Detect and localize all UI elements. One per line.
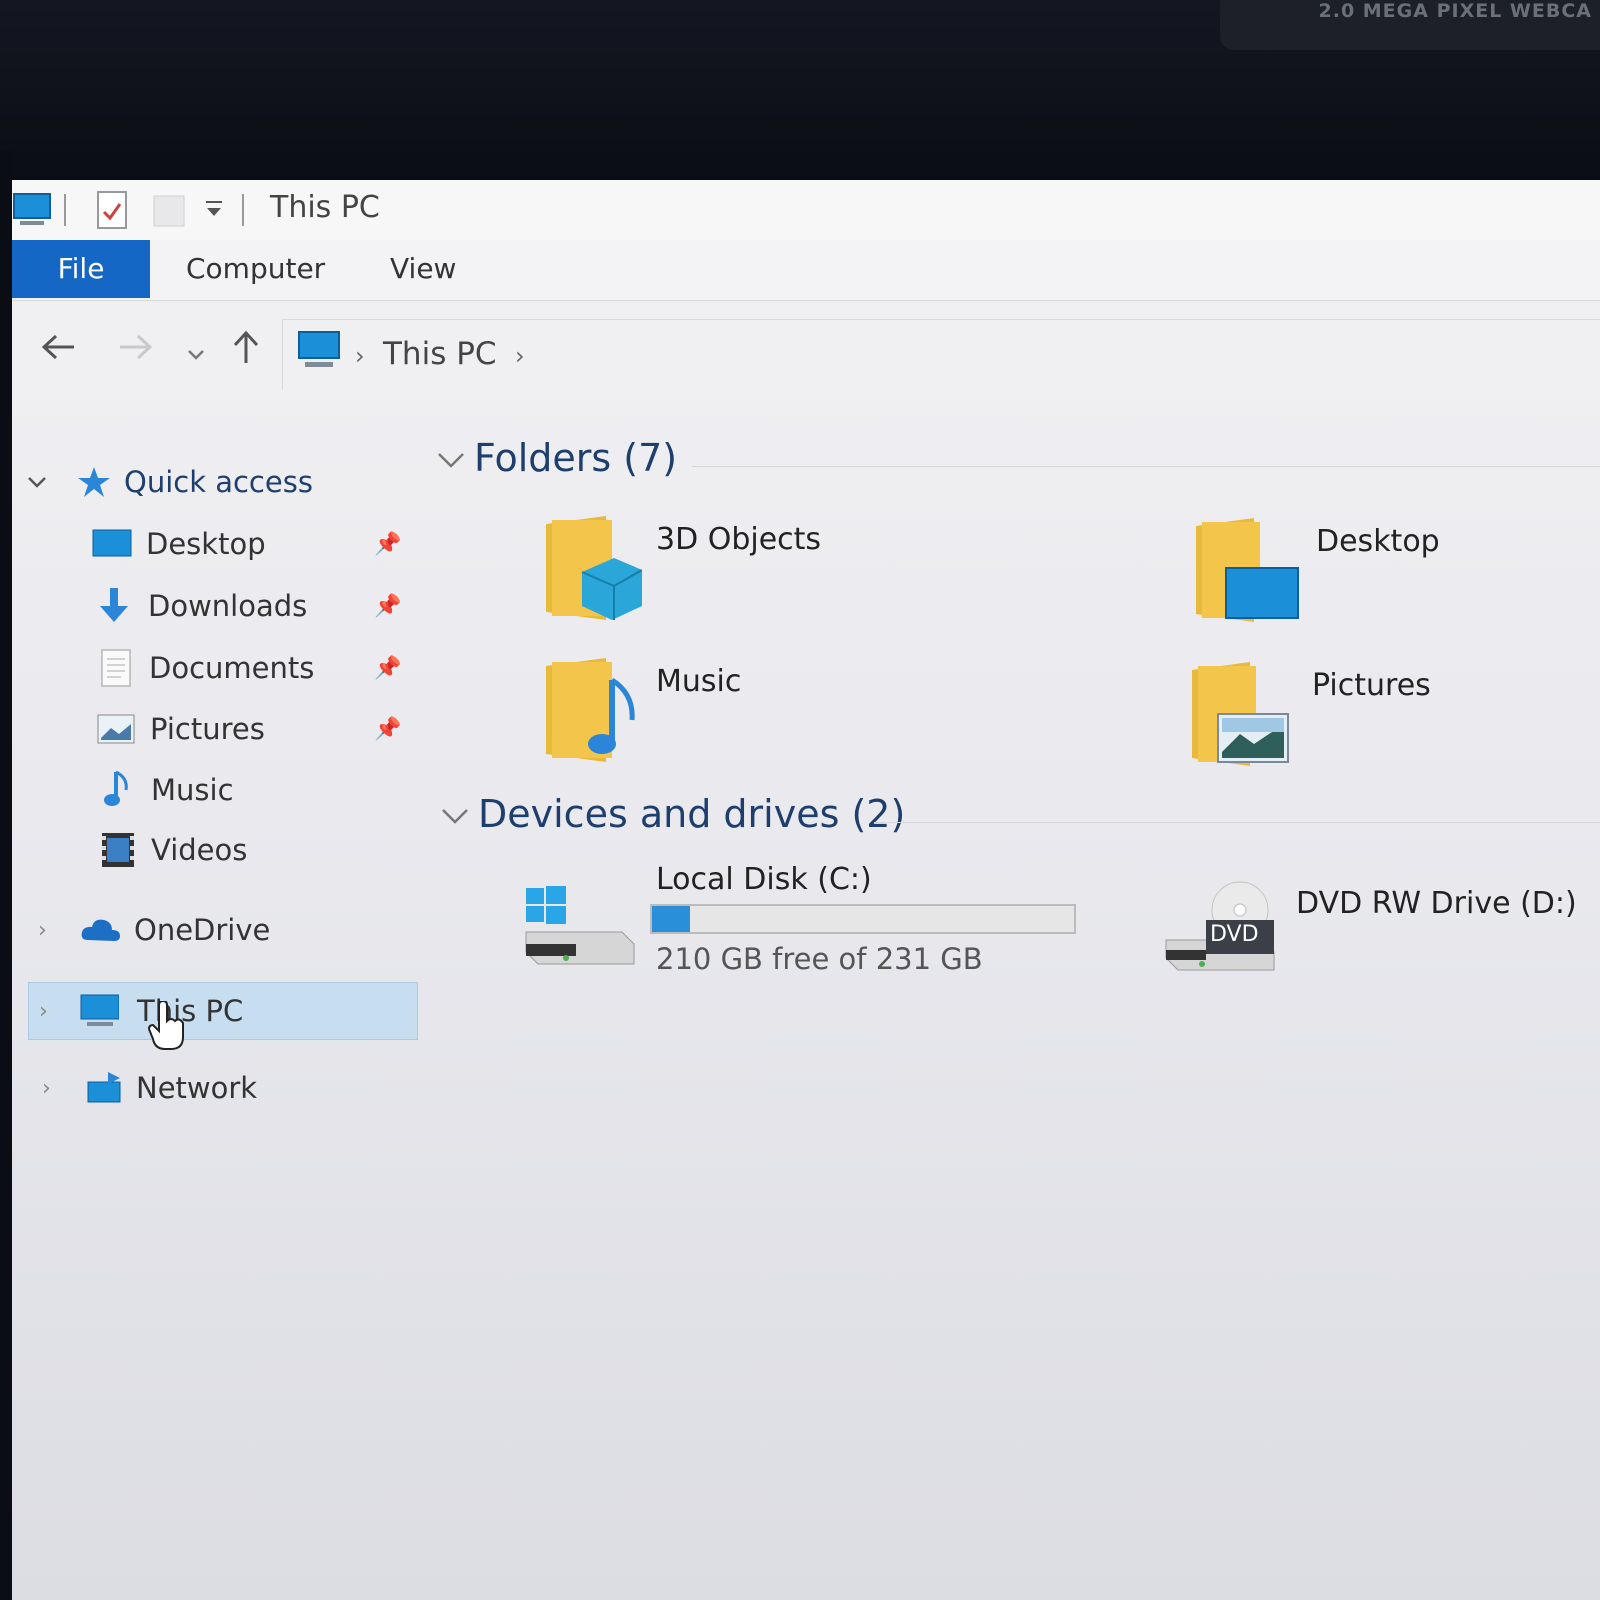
- section-divider: [874, 822, 1600, 823]
- this-pc-icon: [79, 991, 119, 1031]
- this-pc-icon: [297, 330, 341, 374]
- drive-free-space: 210 GB free of 231 GB: [656, 942, 983, 976]
- folder-tile-pictures[interactable]: Pictures: [1188, 656, 1548, 776]
- drive-usage-fill: [652, 906, 690, 932]
- pictures-icon: [96, 709, 136, 749]
- titlebar-separator: [64, 194, 66, 226]
- pin-icon[interactable]: 📌: [374, 656, 401, 681]
- document-icon: [96, 648, 136, 688]
- sidebar-label: Network: [136, 1071, 258, 1105]
- folder-label: Desktop: [1316, 524, 1440, 559]
- navigation-bar: › This PC ›: [12, 301, 1600, 401]
- properties-icon[interactable]: [96, 190, 128, 234]
- folder-tile-desktop[interactable]: Desktop: [1192, 512, 1552, 632]
- breadcrumb-separator-icon[interactable]: ›: [355, 342, 365, 370]
- chevron-down-icon[interactable]: [26, 470, 48, 495]
- recent-locations-button[interactable]: [176, 331, 216, 371]
- navigation-pane: Quick access Desktop 📌 Downloads 📌 Docum…: [12, 420, 432, 1600]
- breadcrumb-this-pc[interactable]: This PC: [383, 336, 497, 372]
- download-arrow-icon: [94, 586, 134, 626]
- back-arrow-icon: [40, 331, 76, 371]
- drive-label: Local Disk (C:): [656, 862, 872, 897]
- chevron-down-icon[interactable]: [440, 806, 470, 830]
- sidebar-item-desktop[interactable]: Desktop 📌: [12, 516, 422, 572]
- webcam-label: 2.0 MEGA PIXEL WEBCA: [1318, 0, 1592, 22]
- sidebar-label: Documents: [149, 651, 315, 685]
- chevron-down-icon[interactable]: [436, 450, 466, 474]
- sidebar-item-network[interactable]: › Network: [12, 1060, 422, 1116]
- forward-button[interactable]: [116, 331, 156, 371]
- folder-label: 3D Objects: [656, 522, 822, 557]
- sidebar-label: Pictures: [150, 712, 265, 746]
- dvd-drive-icon: DVD: [1162, 880, 1282, 984]
- new-folder-icon[interactable]: [152, 192, 186, 232]
- folders-section-header[interactable]: Folders (7): [474, 436, 677, 480]
- music-note-icon: [98, 770, 138, 810]
- pictures-folder-icon: [1188, 662, 1298, 776]
- pin-icon[interactable]: 📌: [374, 594, 401, 619]
- sidebar-item-pictures[interactable]: Pictures 📌: [12, 701, 422, 757]
- drive-tile-dvd-rw-d[interactable]: DVD DVD RW Drive (D:): [1162, 880, 1600, 1000]
- monitor-bezel: 2.0 MEGA PIXEL WEBCA: [0, 0, 1600, 182]
- tab-view[interactable]: View: [390, 240, 456, 298]
- back-button[interactable]: [38, 331, 78, 371]
- folder-label: Music: [656, 664, 742, 699]
- hand-cursor-icon: [147, 999, 189, 1058]
- ribbon-tabs: File Computer View: [12, 240, 1600, 301]
- customize-toolbar-icon[interactable]: [202, 196, 226, 228]
- folder-label: Pictures: [1312, 668, 1431, 703]
- chevron-right-icon[interactable]: ›: [42, 1076, 51, 1101]
- music-folder-icon: [542, 658, 642, 772]
- section-divider: [692, 466, 1600, 467]
- chevron-down-icon: [186, 331, 206, 371]
- network-icon: [84, 1068, 124, 1108]
- up-button[interactable]: [226, 329, 266, 374]
- breadcrumb-chevron-icon[interactable]: ›: [515, 342, 525, 370]
- star-icon: [74, 462, 114, 502]
- windows-drive-icon: [522, 884, 642, 978]
- titlebar-separator: [242, 194, 244, 226]
- sidebar-item-documents[interactable]: Documents 📌: [12, 640, 422, 696]
- tab-file[interactable]: File: [12, 240, 150, 298]
- sidebar-item-downloads[interactable]: Downloads 📌: [12, 578, 422, 634]
- sidebar-item-quick-access[interactable]: Quick access: [12, 454, 422, 510]
- devices-section-header[interactable]: Devices and drives (2): [478, 792, 905, 836]
- sidebar-item-music[interactable]: Music: [12, 762, 422, 818]
- forward-arrow-icon: [118, 331, 154, 371]
- chevron-right-icon[interactable]: ›: [38, 918, 47, 943]
- pin-icon[interactable]: 📌: [374, 717, 401, 742]
- up-arrow-icon: [231, 329, 261, 374]
- desktop-icon: [92, 524, 132, 564]
- folder-tile-music[interactable]: Music: [532, 652, 892, 772]
- dvd-badge: DVD: [1210, 922, 1259, 947]
- pin-icon[interactable]: 📌: [374, 532, 401, 557]
- window-title: This PC: [270, 190, 380, 225]
- sidebar-label: Videos: [151, 833, 248, 867]
- drive-label: DVD RW Drive (D:): [1296, 886, 1577, 921]
- title-bar: This PC: [12, 180, 1600, 240]
- desktop-folder-icon: [1192, 518, 1302, 632]
- folder-tile-3d-objects[interactable]: 3D Objects: [532, 510, 892, 630]
- sidebar-label: Downloads: [148, 589, 308, 623]
- sidebar-label: OneDrive: [134, 913, 271, 947]
- sidebar-item-onedrive[interactable]: › OneDrive: [12, 902, 422, 958]
- address-bar[interactable]: › This PC ›: [282, 319, 1600, 390]
- chevron-right-icon[interactable]: ›: [39, 999, 48, 1024]
- monitor-bezel-left: [0, 150, 12, 1600]
- sidebar-item-videos[interactable]: Videos: [12, 822, 422, 878]
- sidebar-label: Music: [151, 773, 234, 807]
- sidebar-label: Quick access: [124, 465, 313, 499]
- sidebar-label: Desktop: [146, 527, 266, 561]
- this-pc-icon: [12, 192, 52, 232]
- 3d-objects-folder-icon: [542, 516, 643, 630]
- drive-usage-bar: [650, 904, 1076, 934]
- onedrive-cloud-icon: [80, 910, 120, 950]
- drive-tile-local-disk-c[interactable]: Local Disk (C:) 210 GB free of 231 GB: [522, 860, 1092, 980]
- film-icon: [98, 830, 138, 870]
- tab-computer[interactable]: Computer: [186, 240, 325, 298]
- sidebar-item-this-pc[interactable]: › This PC: [28, 982, 418, 1050]
- file-explorer-window: This PC File Computer View › This PC › Q…: [12, 180, 1600, 1600]
